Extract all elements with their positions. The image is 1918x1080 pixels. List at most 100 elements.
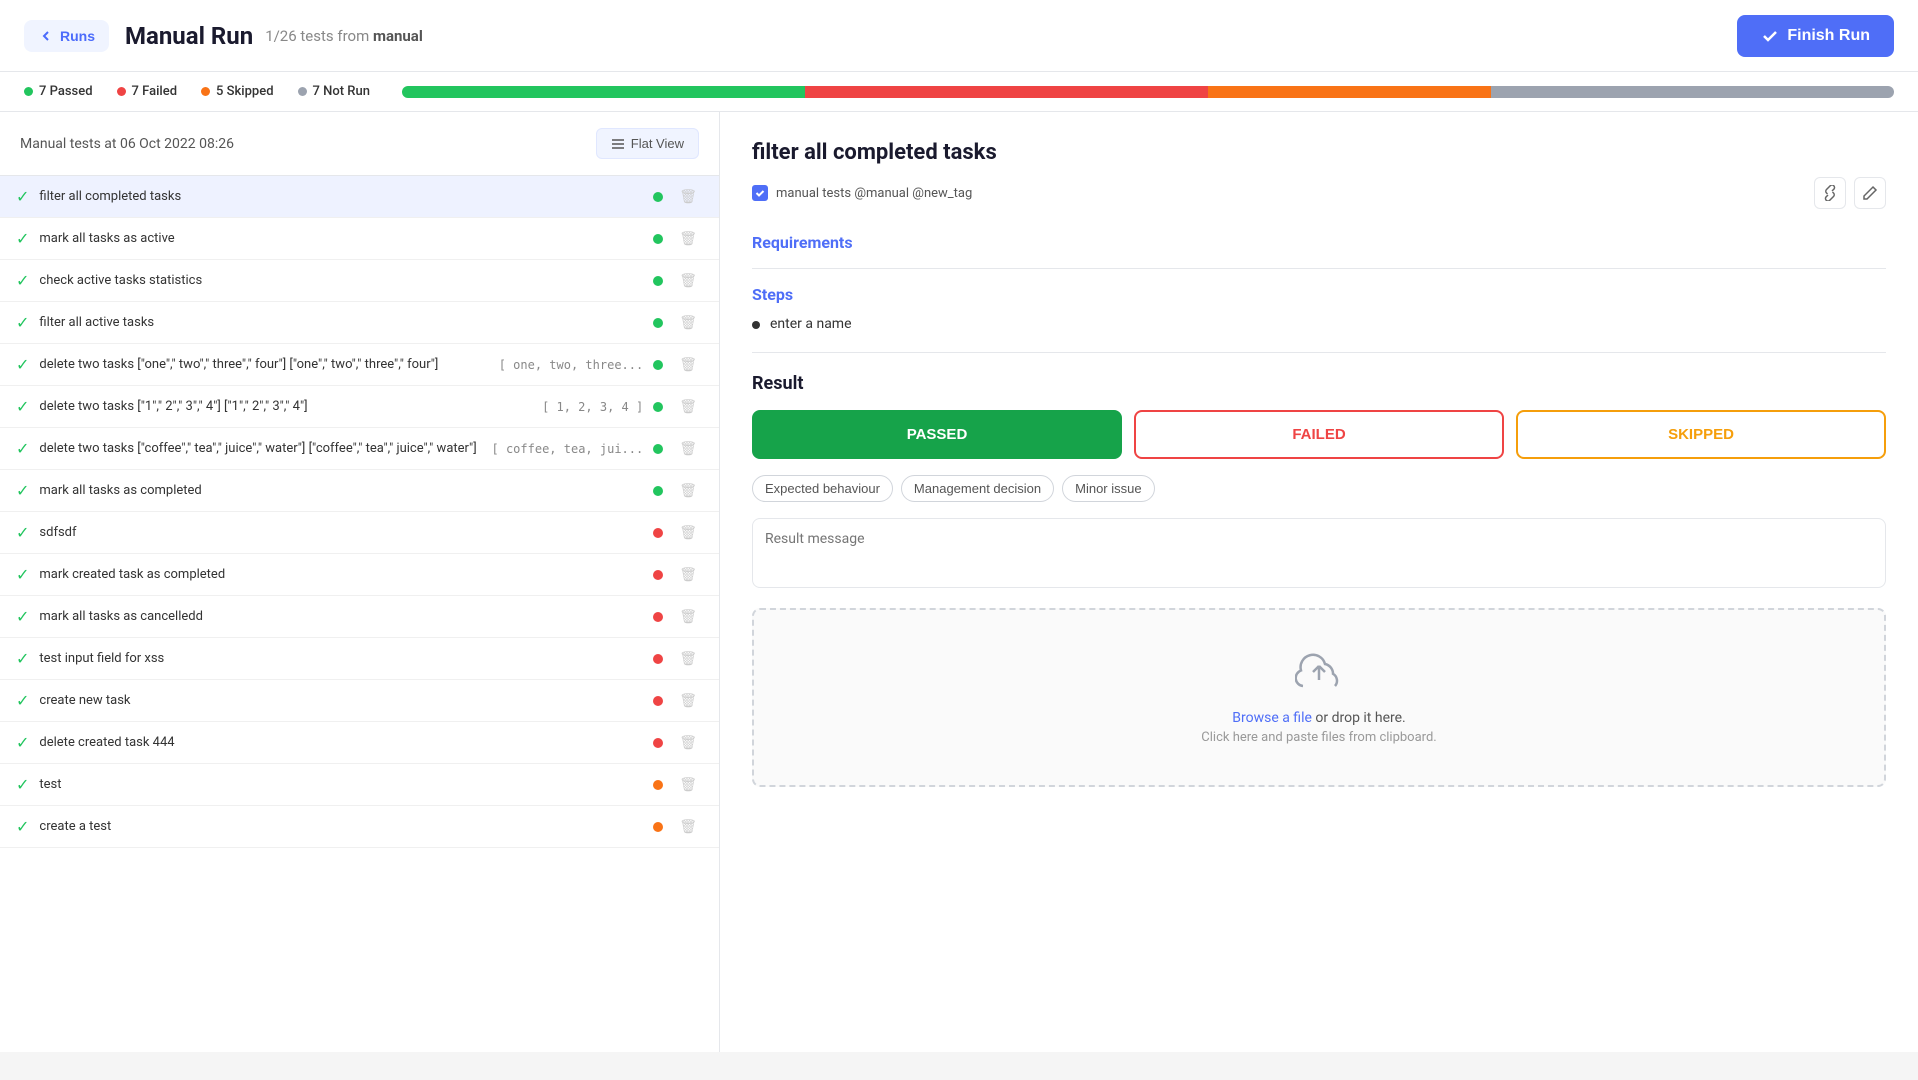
check-icon: ✓: [16, 817, 29, 836]
browse-file-link[interactable]: Browse a file: [1232, 710, 1312, 726]
back-button[interactable]: Runs: [24, 20, 109, 52]
stats-bar: 7 Passed 7 Failed 5 Skipped 7 Not Run: [0, 72, 1918, 112]
requirements-title: Requirements: [752, 233, 1886, 252]
test-name: sdfsdf: [39, 525, 643, 540]
test-meta: manual tests @manual @new_tag: [752, 177, 1886, 209]
delete-button[interactable]: 🗑: [673, 564, 703, 585]
test-item[interactable]: ✓ delete two tasks ["one"," two"," three…: [0, 344, 719, 386]
check-icon: ✓: [16, 523, 29, 542]
test-name: mark all tasks as active: [39, 231, 643, 246]
test-item[interactable]: ✓ filter all active tasks 🗑: [0, 302, 719, 344]
finish-run-button[interactable]: Finish Run: [1737, 15, 1894, 57]
test-name: delete created task 444: [39, 735, 643, 750]
failed-button[interactable]: FAILED: [1134, 410, 1504, 459]
check-icon: ✓: [16, 649, 29, 668]
step-text: enter a name: [770, 316, 852, 332]
link-button[interactable]: [1814, 177, 1846, 209]
test-name: create a test: [39, 819, 643, 834]
check-icon: ✓: [16, 397, 29, 416]
test-name: filter all completed tasks: [39, 189, 643, 204]
not-run-count: 7 Not Run: [313, 84, 370, 99]
test-name: filter all active tasks: [39, 315, 643, 330]
passed-button[interactable]: PASSED: [752, 410, 1122, 459]
status-dot: [653, 570, 663, 580]
test-item[interactable]: ✓ test 🗑: [0, 764, 719, 806]
main-layout: Manual tests at 06 Oct 2022 08:26 Flat V…: [0, 112, 1918, 1052]
delete-button[interactable]: 🗑: [673, 228, 703, 249]
check-icon: ✓: [16, 481, 29, 500]
test-item[interactable]: ✓ delete created task 444 🗑: [0, 722, 719, 764]
test-params: [ 1, 2, 3, 4 ]: [542, 400, 643, 414]
stat-skipped: 5 Skipped: [201, 84, 273, 99]
progress-skipped: [1208, 86, 1491, 98]
steps-list: enter a name: [752, 316, 1886, 332]
test-item[interactable]: ✓ create new task 🗑: [0, 680, 719, 722]
delete-button[interactable]: 🗑: [673, 270, 703, 291]
result-message-input[interactable]: [752, 518, 1886, 588]
test-item[interactable]: ✓ delete two tasks ["1"," 2"," 3"," 4"] …: [0, 386, 719, 428]
test-item[interactable]: ✓ mark all tasks as cancelledd 🗑: [0, 596, 719, 638]
failed-count: 7 Failed: [132, 84, 178, 99]
status-dot: [653, 822, 663, 832]
step-item: enter a name: [752, 316, 1886, 332]
delete-button[interactable]: 🗑: [673, 816, 703, 837]
test-name: test: [39, 777, 643, 792]
test-item[interactable]: ✓ delete two tasks ["coffee"," tea"," ju…: [0, 428, 719, 470]
delete-button[interactable]: 🗑: [673, 522, 703, 543]
check-icon: ✓: [16, 775, 29, 794]
test-params: [ one, two, three...: [499, 358, 644, 372]
delete-button[interactable]: 🗑: [673, 774, 703, 795]
edit-button[interactable]: [1854, 177, 1886, 209]
delete-button[interactable]: 🗑: [673, 648, 703, 669]
delete-button[interactable]: 🗑: [673, 396, 703, 417]
divider-2: [752, 352, 1886, 353]
flat-view-button[interactable]: Flat View: [596, 128, 699, 159]
step-bullet: [752, 321, 760, 329]
file-upload-area[interactable]: Browse a file or drop it here. Click her…: [752, 608, 1886, 787]
test-item[interactable]: ✓ check active tasks statistics 🗑: [0, 260, 719, 302]
result-title: Result: [752, 373, 1886, 394]
test-item[interactable]: ✓ filter all completed tasks 🗑: [0, 176, 719, 218]
progress-failed: [805, 86, 1208, 98]
skipped-button[interactable]: SKIPPED: [1516, 410, 1886, 459]
test-item[interactable]: ✓ create a test 🗑: [0, 806, 719, 848]
failed-dot: [117, 87, 126, 96]
delete-button[interactable]: 🗑: [673, 732, 703, 753]
delete-button[interactable]: 🗑: [673, 312, 703, 333]
check-icon: ✓: [16, 565, 29, 584]
tags-row: Expected behaviour Management decision Min…: [752, 475, 1886, 502]
test-item[interactable]: ✓ test input field for xss 🗑: [0, 638, 719, 680]
status-dot: [653, 360, 663, 370]
tag-button[interactable]: Management decision: [901, 475, 1054, 502]
delete-button[interactable]: 🗑: [673, 690, 703, 711]
test-name: mark created task as completed: [39, 567, 643, 582]
right-panel: filter all completed tasks manual tests …: [720, 112, 1918, 1052]
panel-header: Manual tests at 06 Oct 2022 08:26 Flat V…: [0, 112, 719, 176]
header-subtitle: 1/26 tests from manual: [265, 27, 423, 45]
tag-button[interactable]: Minor issue: [1062, 475, 1154, 502]
test-item[interactable]: ✓ mark all tasks as active 🗑: [0, 218, 719, 260]
delete-button[interactable]: 🗑: [673, 186, 703, 207]
test-item[interactable]: ✓ sdfsdf 🗑: [0, 512, 719, 554]
test-name: delete two tasks ["1"," 2"," 3"," 4"] ["…: [39, 399, 532, 414]
test-name: test input field for xss: [39, 651, 643, 666]
delete-button[interactable]: 🗑: [673, 480, 703, 501]
test-name: mark all tasks as completed: [39, 483, 643, 498]
delete-button[interactable]: 🗑: [673, 354, 703, 375]
tag-button[interactable]: Expected behaviour: [752, 475, 893, 502]
status-dot: [653, 444, 663, 454]
check-icon: ✓: [16, 607, 29, 626]
skipped-count: 5 Skipped: [216, 84, 273, 99]
status-dot: [653, 612, 663, 622]
result-section: Result PASSED FAILED SKIPPED Expected be…: [752, 373, 1886, 787]
status-dot: [653, 402, 663, 412]
progress-bar: [402, 86, 1894, 98]
header: Runs Manual Run 1/26 tests from manual F…: [0, 0, 1918, 72]
passed-dot: [24, 87, 33, 96]
test-item[interactable]: ✓ mark created task as completed 🗑: [0, 554, 719, 596]
delete-button[interactable]: 🗑: [673, 606, 703, 627]
status-dot: [653, 780, 663, 790]
status-dot: [653, 276, 663, 286]
test-item[interactable]: ✓ mark all tasks as completed 🗑: [0, 470, 719, 512]
delete-button[interactable]: 🗑: [673, 438, 703, 459]
